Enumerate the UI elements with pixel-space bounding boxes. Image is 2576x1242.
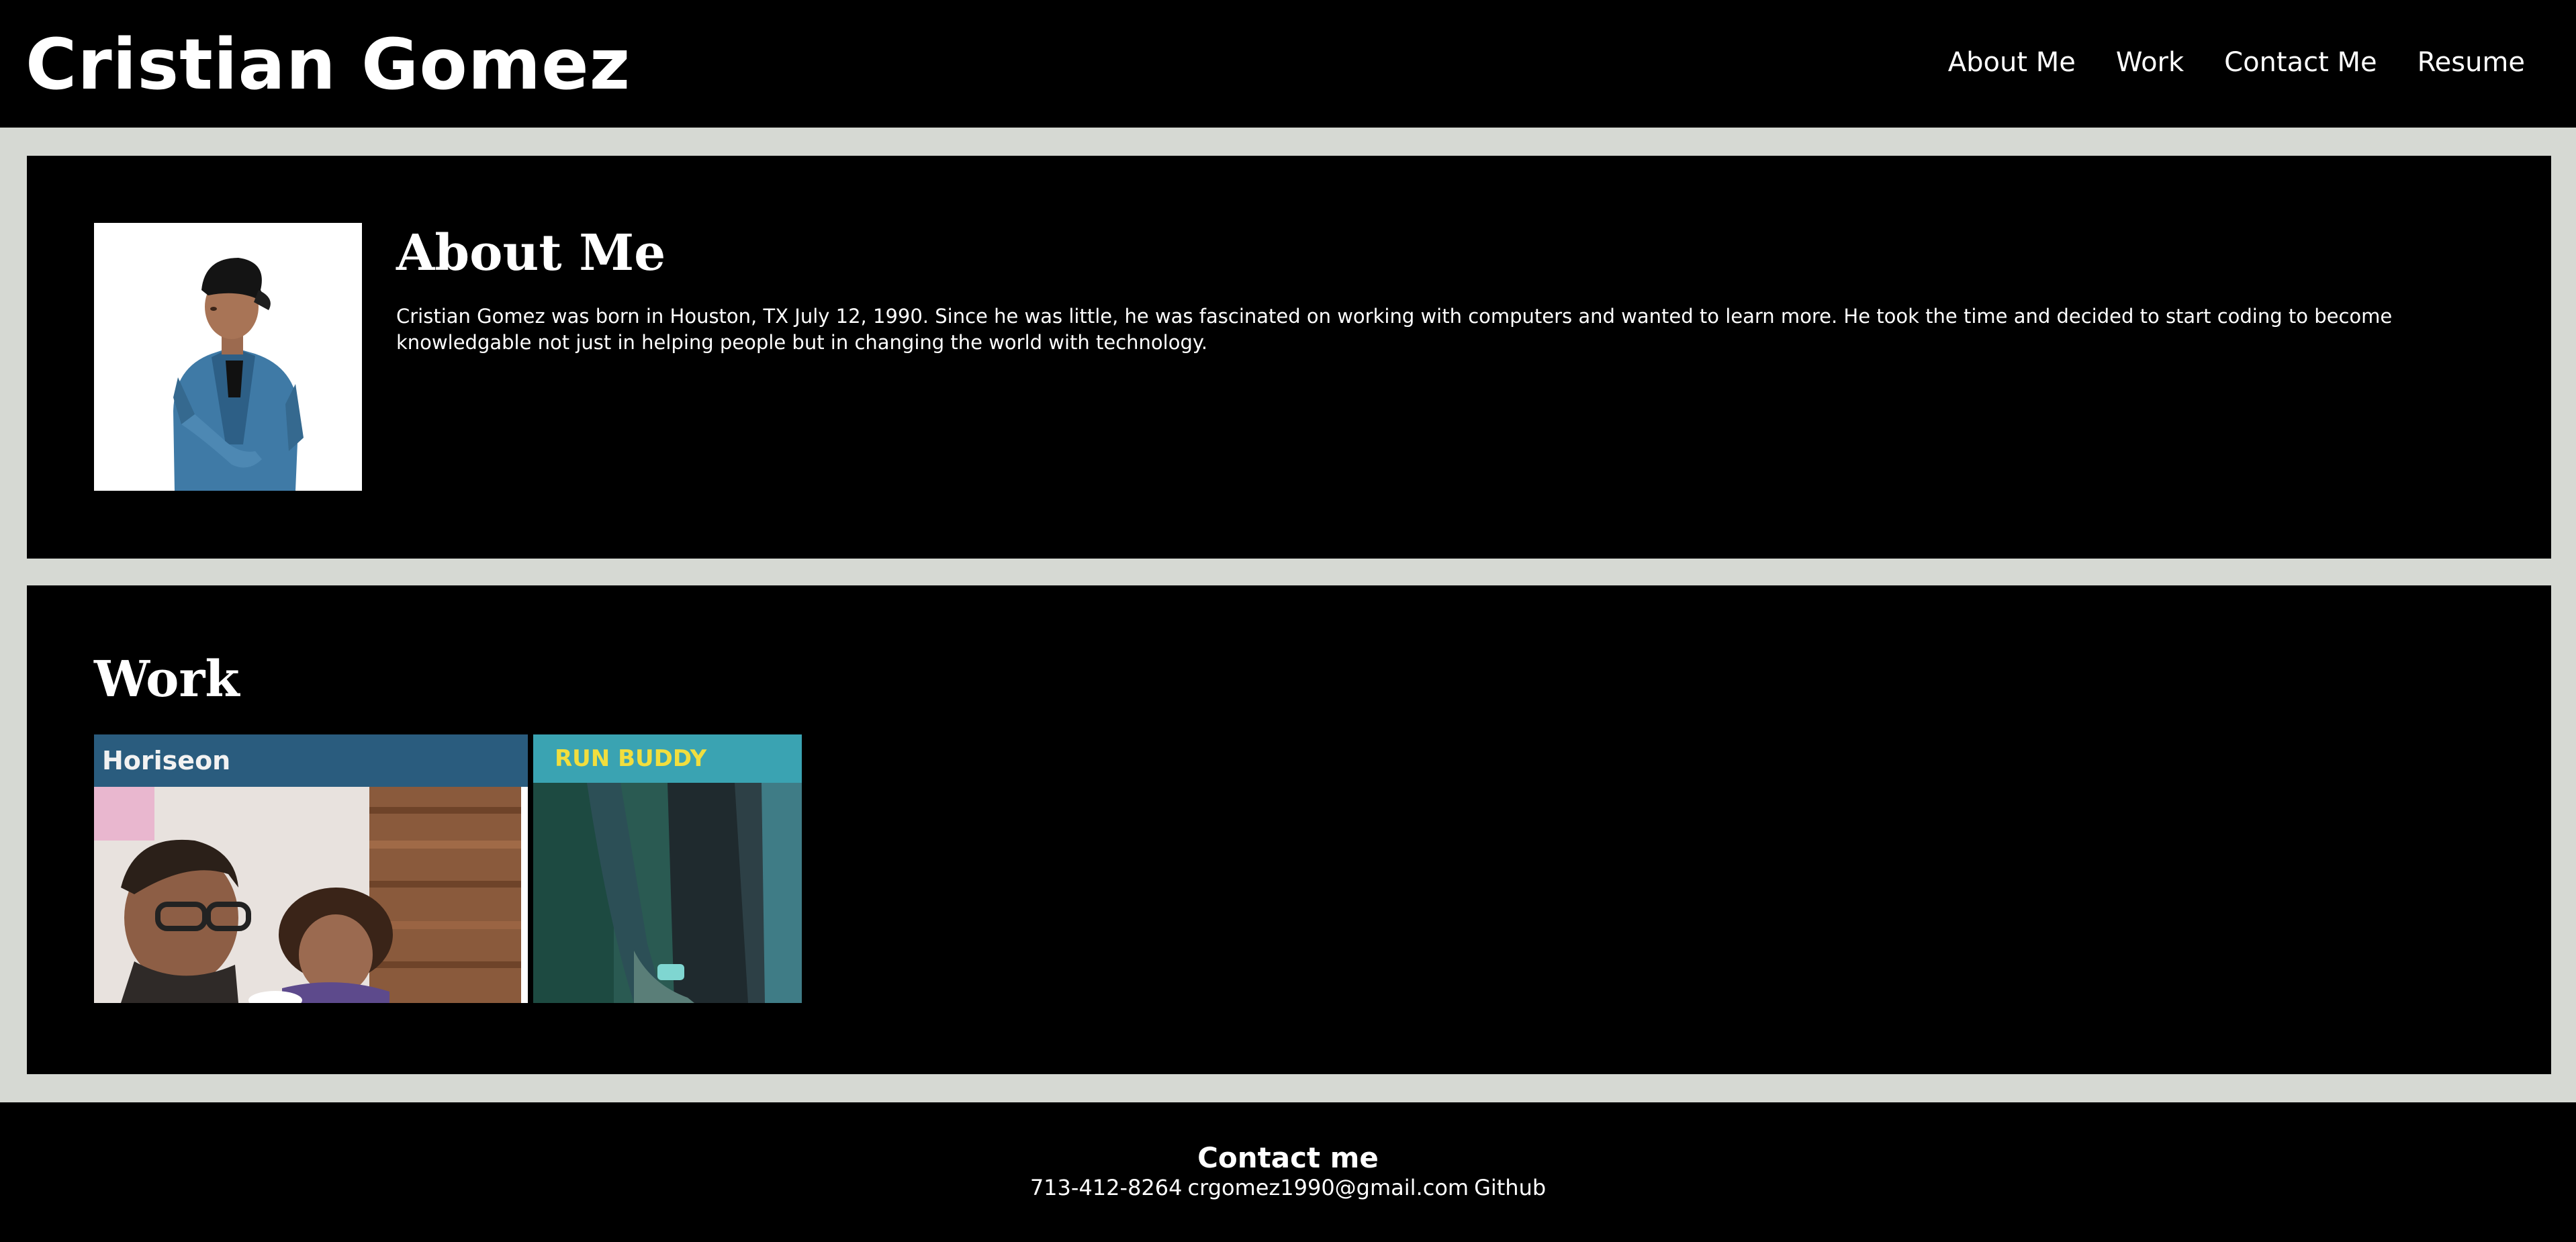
project-run-buddy-image bbox=[533, 783, 802, 1003]
nav-resume[interactable]: Resume bbox=[2418, 39, 2525, 86]
profile-photo-illustration bbox=[94, 223, 362, 491]
footer-phone[interactable]: 713-412-8264 bbox=[1030, 1175, 1183, 1200]
main-nav: About Me Work Contact Me Resume bbox=[1948, 39, 2525, 86]
project-run-buddy-banner: RUN BUDDY bbox=[533, 734, 802, 783]
footer-github[interactable]: Github bbox=[1474, 1175, 1546, 1200]
nav-contact-me[interactable]: Contact Me bbox=[2224, 39, 2377, 86]
project-horiseon-image bbox=[94, 787, 528, 1003]
footer-contact-line: 713-412-8264 crgomez1990@gmail.com Github bbox=[0, 1174, 2576, 1202]
footer-email[interactable]: crgomez1990@gmail.com bbox=[1188, 1175, 1469, 1200]
site-footer: Contact me 713-412-8264 crgomez1990@gmail… bbox=[0, 1102, 2576, 1242]
nav-about-me[interactable]: About Me bbox=[1948, 39, 2076, 86]
about-title: About Me bbox=[396, 224, 666, 282]
project-horiseon-banner: Horiseon bbox=[94, 734, 528, 787]
site-header: Cristian Gomez About Me Work Contact Me … bbox=[0, 0, 2576, 128]
about-text: Cristian Gomez was born in Houston, TX J… bbox=[396, 305, 2393, 354]
profile-photo bbox=[94, 223, 362, 491]
work-title: Work bbox=[94, 651, 240, 708]
project-horiseon[interactable]: Horiseon bbox=[94, 734, 528, 1003]
work-section: Work Horiseon RUN BUDDY bbox=[27, 585, 2551, 1074]
about-section: About Me Cristian Gomez was born in Hous… bbox=[27, 156, 2551, 559]
footer-title: Contact me bbox=[1197, 1141, 1379, 1174]
site-title: Cristian Gomez bbox=[26, 23, 631, 105]
nav-work[interactable]: Work bbox=[2116, 39, 2184, 86]
project-run-buddy[interactable]: RUN BUDDY bbox=[533, 734, 802, 1003]
